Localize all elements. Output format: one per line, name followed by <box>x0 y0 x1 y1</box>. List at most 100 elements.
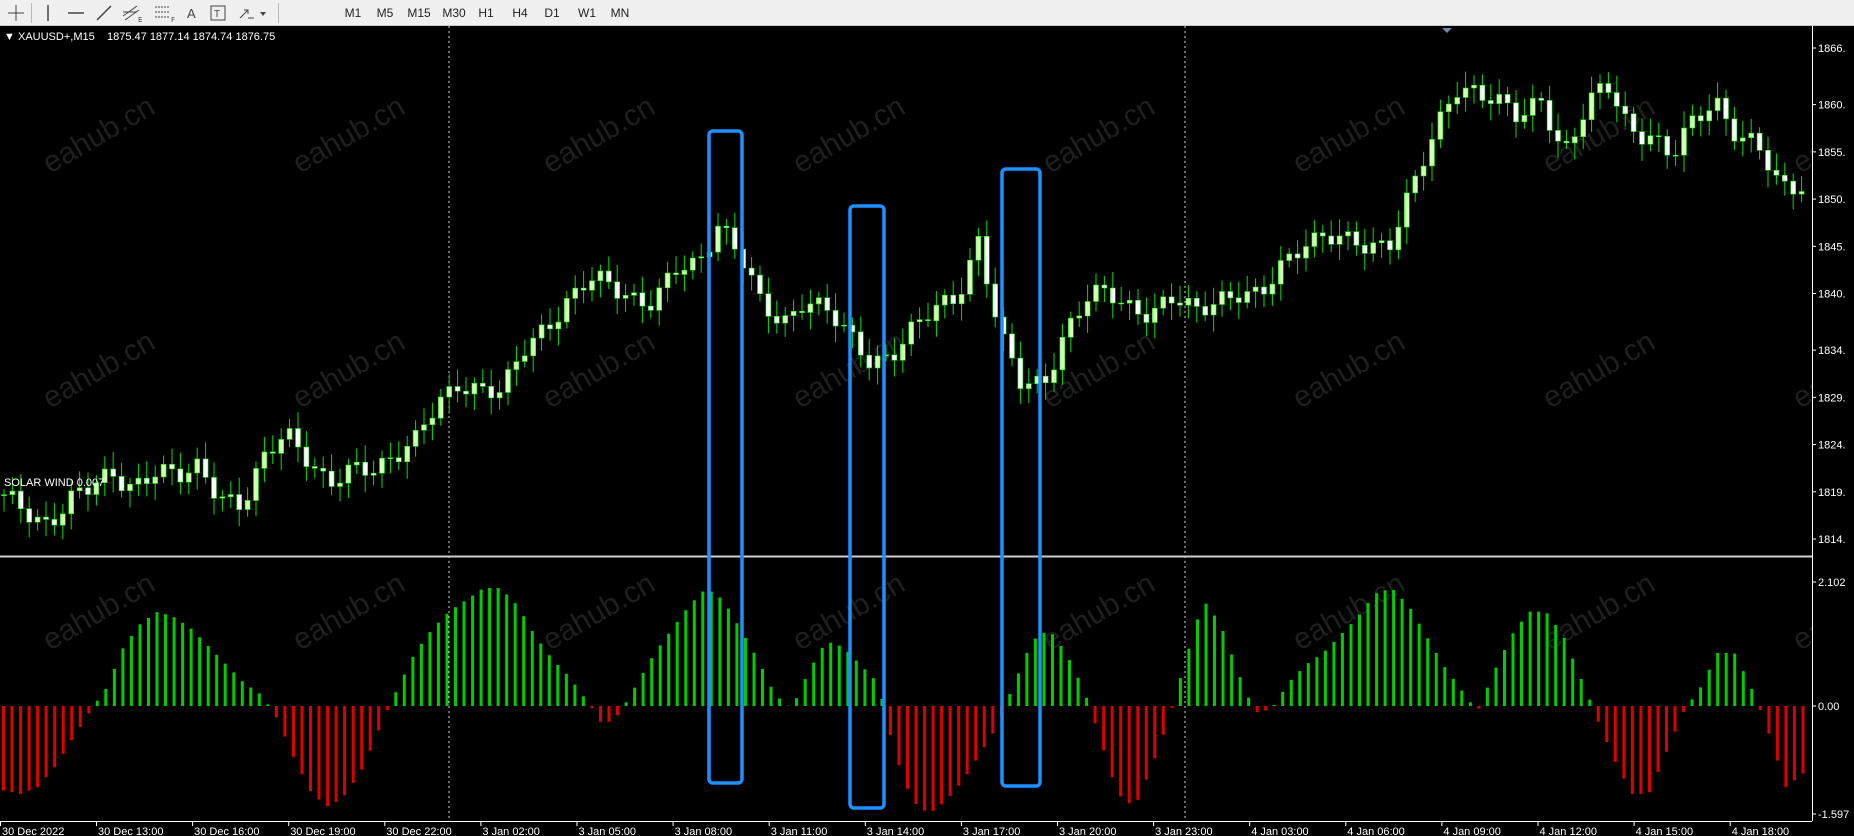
svg-text:T: T <box>214 9 220 20</box>
histogram-bar-negative <box>274 706 278 718</box>
histogram-bar-negative <box>599 706 602 722</box>
histogram-bar-negative <box>53 706 57 768</box>
time-tick-label: 30 Dec 16:00 <box>194 826 259 836</box>
candle-body <box>1185 297 1192 306</box>
histogram-bar-positive <box>1503 650 1506 706</box>
candle-body <box>983 236 990 285</box>
histogram-bar-negative <box>1775 706 1779 761</box>
price-tick-label: 1814. <box>1818 534 1846 546</box>
histogram-bar-negative <box>78 706 82 727</box>
timeframe-w1-button[interactable]: W1 <box>572 2 602 24</box>
candle-body <box>1504 94 1511 104</box>
candle-body <box>1370 242 1376 254</box>
toolbar-separator <box>31 3 32 23</box>
histogram-bar-positive <box>684 610 688 706</box>
trendline-icon[interactable] <box>92 2 116 24</box>
vertical-line-icon[interactable] <box>36 2 60 24</box>
crosshair-icon[interactable] <box>4 2 28 24</box>
timeframe-m5-button[interactable]: M5 <box>370 2 400 24</box>
candle-body <box>228 494 234 498</box>
timeframe-h4-button[interactable]: H4 <box>505 2 535 24</box>
histogram-bar-positive <box>692 600 696 706</box>
arrows-dropdown-icon[interactable] <box>234 2 270 24</box>
histogram-bar-positive <box>496 588 500 706</box>
histogram-bar-negative <box>36 706 40 788</box>
histogram-bar-negative <box>10 706 14 793</box>
candle-body <box>337 482 343 487</box>
text-icon[interactable]: A <box>180 2 204 24</box>
timeframe-d1-button[interactable]: D1 <box>537 2 567 24</box>
candle-body <box>547 324 553 330</box>
candle-body <box>353 461 360 466</box>
candle-body <box>1614 92 1620 107</box>
histogram-bar-positive <box>854 660 858 706</box>
histogram-bar-positive <box>1051 634 1054 706</box>
candle-body <box>555 321 562 330</box>
candle-body <box>765 293 772 317</box>
histogram-bar-positive <box>1375 593 1379 706</box>
candle-body <box>1236 297 1242 303</box>
histogram-bar-positive <box>701 591 705 706</box>
candle-body <box>454 386 461 392</box>
candle-body <box>1605 83 1612 93</box>
equidistant-channel-icon[interactable]: E <box>120 2 146 24</box>
candle-body <box>1227 291 1234 299</box>
histogram-bar-positive <box>769 686 773 706</box>
timeframe-m30-button[interactable]: M30 <box>438 2 470 24</box>
histogram-bar-positive <box>1025 652 1029 706</box>
timeframe-mn-button[interactable]: MN <box>605 2 635 24</box>
text-label-icon[interactable]: T <box>206 2 230 24</box>
candle-body <box>1572 136 1578 144</box>
candle-body <box>1261 286 1267 295</box>
time-tick-label: 3 Jan 02:00 <box>482 826 540 836</box>
histogram-bar-positive <box>658 645 662 706</box>
symbol-dropdown-arrow[interactable]: ▼ <box>4 31 15 43</box>
candle-body <box>253 468 259 501</box>
histogram-bar-positive <box>402 674 406 706</box>
histogram-bar-positive <box>633 687 637 706</box>
fibonacci-icon[interactable]: F <box>152 2 178 24</box>
histogram-bar-positive <box>641 672 645 706</box>
histogram-bar-positive <box>624 702 628 706</box>
histogram-bar-positive <box>1434 653 1438 706</box>
candle-body <box>1681 127 1687 156</box>
candle-body <box>1588 92 1595 121</box>
histogram-bar-negative <box>1605 706 1609 742</box>
histogram-bar-positive <box>1332 641 1336 706</box>
candle-body <box>1110 287 1116 304</box>
histogram-bar-positive <box>419 643 423 706</box>
histogram-bar-positive <box>820 647 824 706</box>
candle-body <box>1488 100 1494 104</box>
histogram-bar-negative <box>1093 706 1097 724</box>
histogram-bar-positive <box>1426 638 1430 706</box>
candle-body <box>1252 286 1259 292</box>
histogram-bar-negative <box>2 706 5 791</box>
candle-body <box>1790 180 1796 195</box>
candle-body <box>412 429 419 447</box>
time-tick-label: 4 Jan 03:00 <box>1251 826 1309 836</box>
candle-body <box>1773 170 1780 176</box>
timeframe-h1-button[interactable]: H1 <box>471 2 501 24</box>
candle-body <box>219 496 226 499</box>
histogram-bar-negative <box>61 706 65 754</box>
chart-area[interactable]: eahub.cn eahub.cn eahub.cn eahub.cn eahub.cn… <box>0 26 1854 836</box>
candle-body <box>211 477 217 499</box>
histogram-bar-negative <box>317 706 321 800</box>
histogram-bar-positive <box>411 656 415 706</box>
candle-body <box>773 315 780 324</box>
timeframe-m1-button[interactable]: M1 <box>338 2 368 24</box>
timeframe-m15-button[interactable]: M15 <box>403 2 435 24</box>
time-tick-label: 30 Dec 2022 <box>2 826 64 836</box>
candle-body <box>1765 150 1771 171</box>
histogram-bar-negative <box>1153 706 1157 759</box>
candle-body <box>1664 136 1670 156</box>
histogram-bar-positive <box>1247 697 1251 706</box>
histogram-bar-positive <box>1076 677 1080 706</box>
histogram-bar-positive <box>778 698 782 706</box>
histogram-bar-positive <box>462 601 466 706</box>
horizontal-line-icon[interactable] <box>64 2 88 24</box>
time-tick-label: 3 Jan 20:00 <box>1059 826 1117 836</box>
candle-body <box>1521 115 1528 123</box>
histogram-bar-positive <box>1016 673 1020 706</box>
candle-body <box>345 464 352 484</box>
